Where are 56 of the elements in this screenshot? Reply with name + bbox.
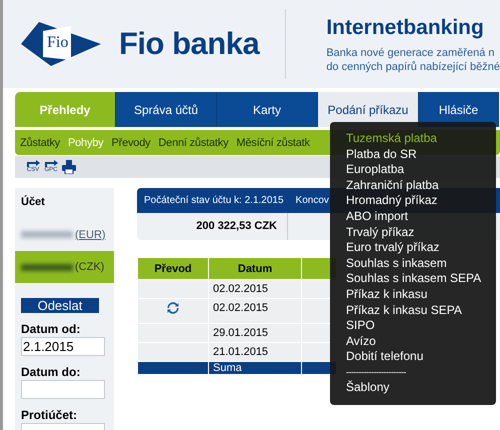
account-item[interactable]: (CZK) bbox=[15, 251, 114, 283]
tagline: do cenných papírů nabízející běžné bbox=[326, 60, 500, 74]
menu-item[interactable]: Trvalý příkaz bbox=[346, 224, 414, 240]
menu-item[interactable]: Příkaz k inkasu SEPA bbox=[346, 302, 462, 318]
page-title: Internetbanking bbox=[326, 16, 485, 40]
nav-tab[interactable]: Karty bbox=[217, 92, 318, 127]
send-button[interactable]: Odeslat bbox=[21, 298, 99, 313]
menu-item[interactable]: Platba do SR bbox=[346, 146, 417, 162]
menu-item[interactable]: SIPO bbox=[346, 318, 375, 334]
logo-text: Fio bbox=[47, 34, 68, 52]
field-label: Datum do: bbox=[21, 365, 82, 379]
arrow-icon bbox=[44, 160, 58, 167]
field-label: Datum od: bbox=[21, 322, 82, 336]
menu-item[interactable]: Hromadný příkaz bbox=[346, 193, 438, 209]
printer-icon[interactable] bbox=[62, 160, 76, 174]
subnav-link[interactable]: Zůstatky bbox=[20, 136, 60, 148]
tagline: Banka nové generace zaměřená n bbox=[326, 46, 496, 60]
bank-name: Fio banka bbox=[119, 26, 260, 62]
menu-item[interactable]: Europlatba bbox=[346, 162, 404, 178]
field-label: Účet bbox=[20, 196, 46, 210]
account-item[interactable]: (EUR) bbox=[15, 218, 114, 251]
menu-item[interactable]: Souhlas s inkasem SEPA bbox=[346, 271, 482, 287]
table-cell: 02.02.2015 bbox=[209, 280, 301, 298]
menu-item[interactable]: Šablony bbox=[346, 380, 390, 396]
menu-item[interactable]: Zahraniční platba bbox=[346, 178, 439, 194]
redacted-number bbox=[21, 231, 73, 238]
menu-item[interactable]: Tuzemská platba bbox=[346, 131, 437, 147]
logo-icon bbox=[21, 22, 101, 66]
menu-item[interactable]: Příkaz k inkasu bbox=[346, 286, 428, 303]
menu-item[interactable]: ABO import bbox=[346, 208, 408, 225]
menu-item[interactable]: Euro trvalý příkaz bbox=[346, 240, 440, 256]
redacted-number bbox=[21, 264, 73, 270]
subnav-link[interactable]: Převody bbox=[111, 136, 150, 148]
summary-value: 200 322,53 CZK bbox=[137, 213, 288, 240]
menu-item[interactable]: Dobití telefonu bbox=[346, 349, 424, 365]
table-cell: 29.01.2015 bbox=[209, 324, 301, 342]
subnav-link[interactable]: Měsíční zůstatk bbox=[236, 136, 310, 148]
menu-separator: ------------------------ bbox=[346, 366, 406, 379]
arrow-icon bbox=[26, 160, 40, 167]
column-header: Převod bbox=[138, 258, 208, 279]
table-footer-cell: Suma bbox=[209, 362, 301, 374]
currency-link[interactable]: (EUR) bbox=[75, 228, 106, 240]
input-field[interactable] bbox=[21, 380, 105, 399]
field-label: Protiúčet: bbox=[21, 408, 78, 422]
nav-tab[interactable]: Správa účtů bbox=[116, 92, 217, 127]
table-cell: 02.02.2015 bbox=[209, 299, 301, 323]
currency-link[interactable]: (CZK) bbox=[75, 261, 104, 273]
refresh-icon bbox=[167, 302, 179, 314]
table-cell: 21.01.2015 bbox=[209, 343, 301, 361]
summary-heading: Počáteční stav účtu k: 2.1.2015 bbox=[144, 195, 284, 206]
summary-heading: Koncov bbox=[296, 195, 329, 206]
subnav-link[interactable]: Denní zůstatky bbox=[158, 136, 228, 148]
column-header: Datum bbox=[209, 258, 301, 279]
menu-item[interactable]: Souhlas s inkasem bbox=[346, 256, 447, 272]
menu-item[interactable]: Avízo bbox=[346, 334, 376, 350]
input-field[interactable]: 2.1.2015 bbox=[21, 337, 105, 356]
